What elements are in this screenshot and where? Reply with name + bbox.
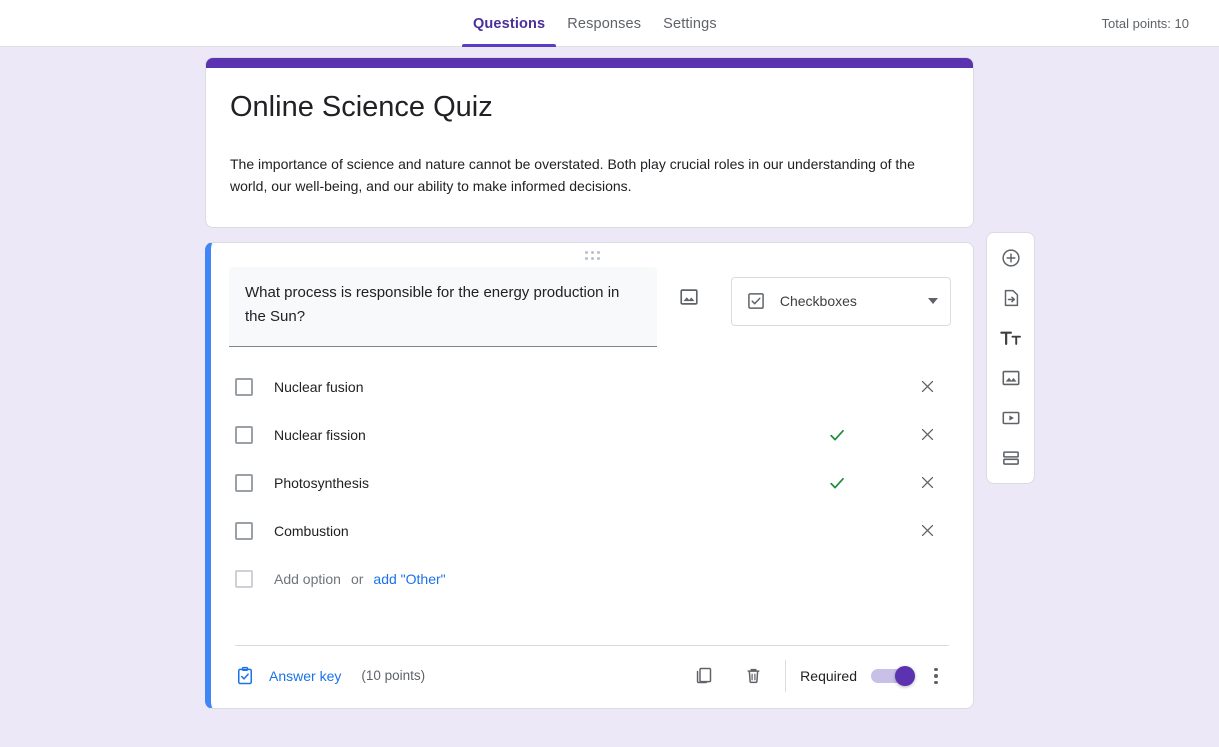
options-list: Nuclear fusion Nuclear fission Photosynt… — [211, 347, 973, 603]
option-checkbox-icon[interactable] — [235, 521, 253, 540]
add-image-button[interactable] — [991, 361, 1031, 395]
kebab-dot — [934, 680, 938, 685]
option-label[interactable]: Combustion — [274, 523, 951, 539]
duplicate-icon — [696, 668, 711, 684]
or-label: or — [350, 570, 364, 587]
drag-handle-dots-icon — [584, 250, 600, 260]
image-icon — [680, 289, 698, 305]
add-option-row[interactable]: Add option or add "Other" — [235, 555, 951, 603]
option-row[interactable]: Nuclear fission — [235, 411, 951, 459]
add-section-button[interactable] — [991, 441, 1031, 475]
required-label: Required — [800, 667, 857, 684]
tab-bar: Questions Responses Settings — [462, 0, 728, 47]
add-video-button[interactable] — [991, 401, 1031, 435]
add-image-icon — [1002, 370, 1019, 386]
trash-icon — [747, 669, 760, 684]
option-row[interactable]: Photosynthesis — [235, 459, 951, 507]
correct-answer-check-icon — [825, 471, 849, 495]
more-options-button[interactable] — [921, 656, 951, 696]
close-icon — [921, 381, 933, 393]
close-icon — [921, 429, 933, 441]
add-option-label[interactable]: Add option — [274, 571, 341, 587]
question-type-select[interactable]: Checkboxes — [730, 276, 951, 326]
question-footer-toolbar: Answer key (10 points) Required — [211, 646, 973, 708]
question-text: What process is responsible for the ener… — [245, 283, 620, 325]
remove-option-button[interactable] — [915, 423, 939, 447]
remove-option-button[interactable] — [915, 471, 939, 495]
question-card[interactable]: What process is responsible for the ener… — [205, 241, 974, 709]
correct-answer-check-icon — [825, 423, 849, 447]
delete-question-button[interactable] — [733, 656, 773, 696]
duplicate-question-button[interactable] — [683, 656, 723, 696]
add-title-icon — [999, 331, 1021, 345]
form-header-card[interactable]: Online Science Quiz The importance of sc… — [205, 57, 974, 228]
remove-option-button[interactable] — [915, 375, 939, 399]
kebab-dot — [934, 674, 938, 678]
add-option-checkbox-icon — [235, 569, 253, 588]
answer-key-label: Answer key — [269, 667, 342, 684]
question-type-label: Checkboxes — [779, 293, 857, 310]
tab-responses[interactable]: Responses — [556, 0, 652, 47]
remove-option-button[interactable] — [915, 519, 939, 543]
chevron-down-icon — [928, 298, 938, 305]
close-icon — [921, 477, 933, 489]
add-item-toolbar — [986, 232, 1035, 484]
option-label[interactable]: Nuclear fusion — [274, 379, 951, 395]
option-label[interactable]: Nuclear fission — [274, 427, 951, 443]
check-icon — [830, 429, 844, 441]
form-header-body: Online Science Quiz The importance of sc… — [206, 68, 973, 227]
option-checkbox-icon[interactable] — [235, 377, 253, 396]
add-question-image-button[interactable] — [669, 277, 709, 317]
drag-handle[interactable] — [211, 250, 973, 260]
tab-settings[interactable]: Settings — [652, 0, 728, 47]
add-section-icon — [1002, 451, 1019, 465]
required-toggle-knob — [895, 665, 915, 686]
option-checkbox-icon[interactable] — [235, 425, 253, 444]
tab-questions-label: Questions — [473, 15, 546, 32]
import-questions-icon — [1004, 289, 1018, 307]
add-question-icon — [1001, 249, 1020, 267]
tab-settings-label: Settings — [663, 15, 717, 32]
add-other-button[interactable]: add "Other" — [373, 571, 445, 587]
tab-questions[interactable]: Questions — [462, 0, 557, 47]
top-bar: Questions Responses Settings Total point… — [0, 0, 1219, 47]
checkbox-icon — [748, 293, 764, 310]
form-description[interactable]: The importance of science and nature can… — [230, 153, 949, 197]
add-question-button[interactable] — [991, 241, 1031, 275]
required-toggle[interactable] — [871, 665, 915, 686]
form-column: Online Science Quiz The importance of sc… — [205, 57, 974, 709]
total-points-label: Total points: 10 — [1101, 16, 1189, 31]
points-label: (10 points) — [361, 668, 426, 684]
kebab-dot — [934, 667, 938, 672]
option-row[interactable]: Nuclear fusion — [235, 363, 951, 411]
form-header-color-band — [206, 58, 973, 68]
form-title[interactable]: Online Science Quiz — [230, 90, 949, 125]
add-title-description-button[interactable] — [991, 321, 1031, 355]
add-video-icon — [1002, 411, 1019, 425]
close-icon — [921, 525, 933, 537]
option-label[interactable]: Photosynthesis — [274, 475, 951, 491]
question-text-field[interactable]: What process is responsible for the ener… — [229, 266, 658, 347]
import-questions-button[interactable] — [991, 281, 1031, 315]
footer-separator — [785, 659, 787, 692]
answer-key-button[interactable]: Answer key — [235, 666, 341, 686]
tab-responses-label: Responses — [567, 15, 642, 32]
check-icon — [830, 477, 844, 489]
option-row[interactable]: Combustion — [235, 507, 951, 555]
answer-key-clipboard-icon — [238, 666, 252, 685]
option-checkbox-icon[interactable] — [235, 473, 253, 492]
